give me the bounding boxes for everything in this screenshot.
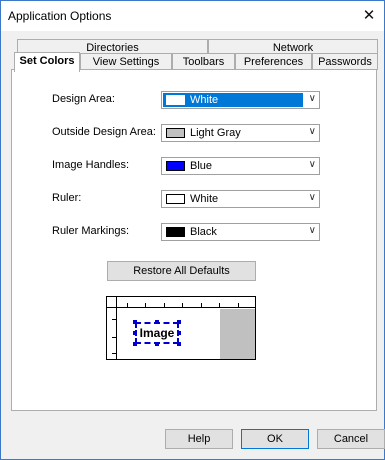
close-icon[interactable]: ✕ [354, 1, 384, 31]
restore-all-defaults-button[interactable]: Restore All Defaults [107, 261, 256, 281]
preview-outside-area [220, 309, 255, 359]
help-button[interactable]: Help [165, 429, 233, 449]
tab-preferences[interactable]: Preferences [235, 53, 312, 70]
color-swatch [166, 128, 185, 138]
image-handles-select[interactable]: Blue ∨ [161, 157, 320, 175]
ruler-tick [127, 303, 128, 308]
image-handle [155, 342, 159, 346]
title-bar: Application Options ✕ [1, 1, 384, 31]
ruler-value: White [190, 193, 219, 205]
tab-label: Toolbars [182, 56, 225, 68]
color-swatch [166, 95, 185, 105]
color-swatch [166, 227, 185, 237]
chevron-down-icon[interactable]: ∨ [309, 192, 316, 203]
ruler-markings-label: Ruler Markings: [52, 225, 130, 237]
ruler-markings-value: Black [190, 226, 217, 238]
tab-set-colors[interactable]: Set Colors [14, 52, 80, 72]
ruler-tick [145, 303, 146, 308]
image-handle [177, 342, 181, 346]
ruler-tick [182, 303, 183, 308]
tab-toolbars[interactable]: Toolbars [172, 53, 235, 70]
image-handle [133, 331, 137, 335]
color-swatch [166, 161, 185, 171]
image-handle [177, 320, 181, 324]
ruler-tick [112, 337, 117, 338]
tab-label: Set Colors [19, 55, 75, 67]
outside-design-area-label: Outside Design Area: [52, 126, 156, 138]
preview-ruler-left [107, 297, 117, 359]
chevron-down-icon[interactable]: ∨ [309, 93, 316, 104]
color-preview: Image [106, 296, 256, 360]
ruler-tick [164, 303, 165, 308]
color-swatch [166, 194, 185, 204]
ruler-tick [112, 353, 117, 354]
image-handle [133, 342, 137, 346]
ruler-select[interactable]: White ∨ [161, 190, 320, 208]
ruler-label: Ruler: [52, 192, 82, 204]
design-area-label: Design Area: [52, 93, 115, 105]
outside-design-area-value: Light Gray [190, 127, 241, 139]
cancel-button[interactable]: Cancel [317, 429, 385, 449]
tab-label: Preferences [243, 56, 304, 68]
image-handles-label: Image Handles: [52, 159, 130, 171]
ruler-tick [201, 303, 202, 308]
image-handle [133, 320, 137, 324]
design-area-value: White [190, 94, 219, 106]
tab-passwords[interactable]: Passwords [312, 53, 378, 70]
image-handles-value: Blue [190, 160, 213, 172]
ruler-markings-select[interactable]: Black ∨ [161, 223, 320, 241]
image-handle [155, 320, 159, 324]
tab-label: Passwords [318, 56, 372, 68]
image-handle [177, 331, 181, 335]
preview-image-object: Image [135, 322, 179, 344]
preview-ruler-top [107, 297, 255, 308]
ok-button[interactable]: OK [241, 429, 309, 449]
chevron-down-icon[interactable]: ∨ [309, 126, 316, 137]
design-area-select[interactable]: White ∨ [161, 91, 320, 109]
ruler-tick [219, 303, 220, 308]
chevron-down-icon[interactable]: ∨ [309, 225, 316, 236]
preview-image-label: Image [139, 326, 175, 340]
outside-design-area-select[interactable]: Light Gray ∨ [161, 124, 320, 142]
tab-label: View Settings [92, 56, 160, 68]
window-title: Application Options [8, 9, 112, 23]
application-options-dialog: Application Options ✕ Directories Networ… [0, 0, 385, 460]
tab-view-settings[interactable]: View Settings [80, 53, 172, 70]
ruler-tick [112, 319, 117, 320]
chevron-down-icon[interactable]: ∨ [309, 159, 316, 170]
ruler-tick [238, 303, 239, 308]
